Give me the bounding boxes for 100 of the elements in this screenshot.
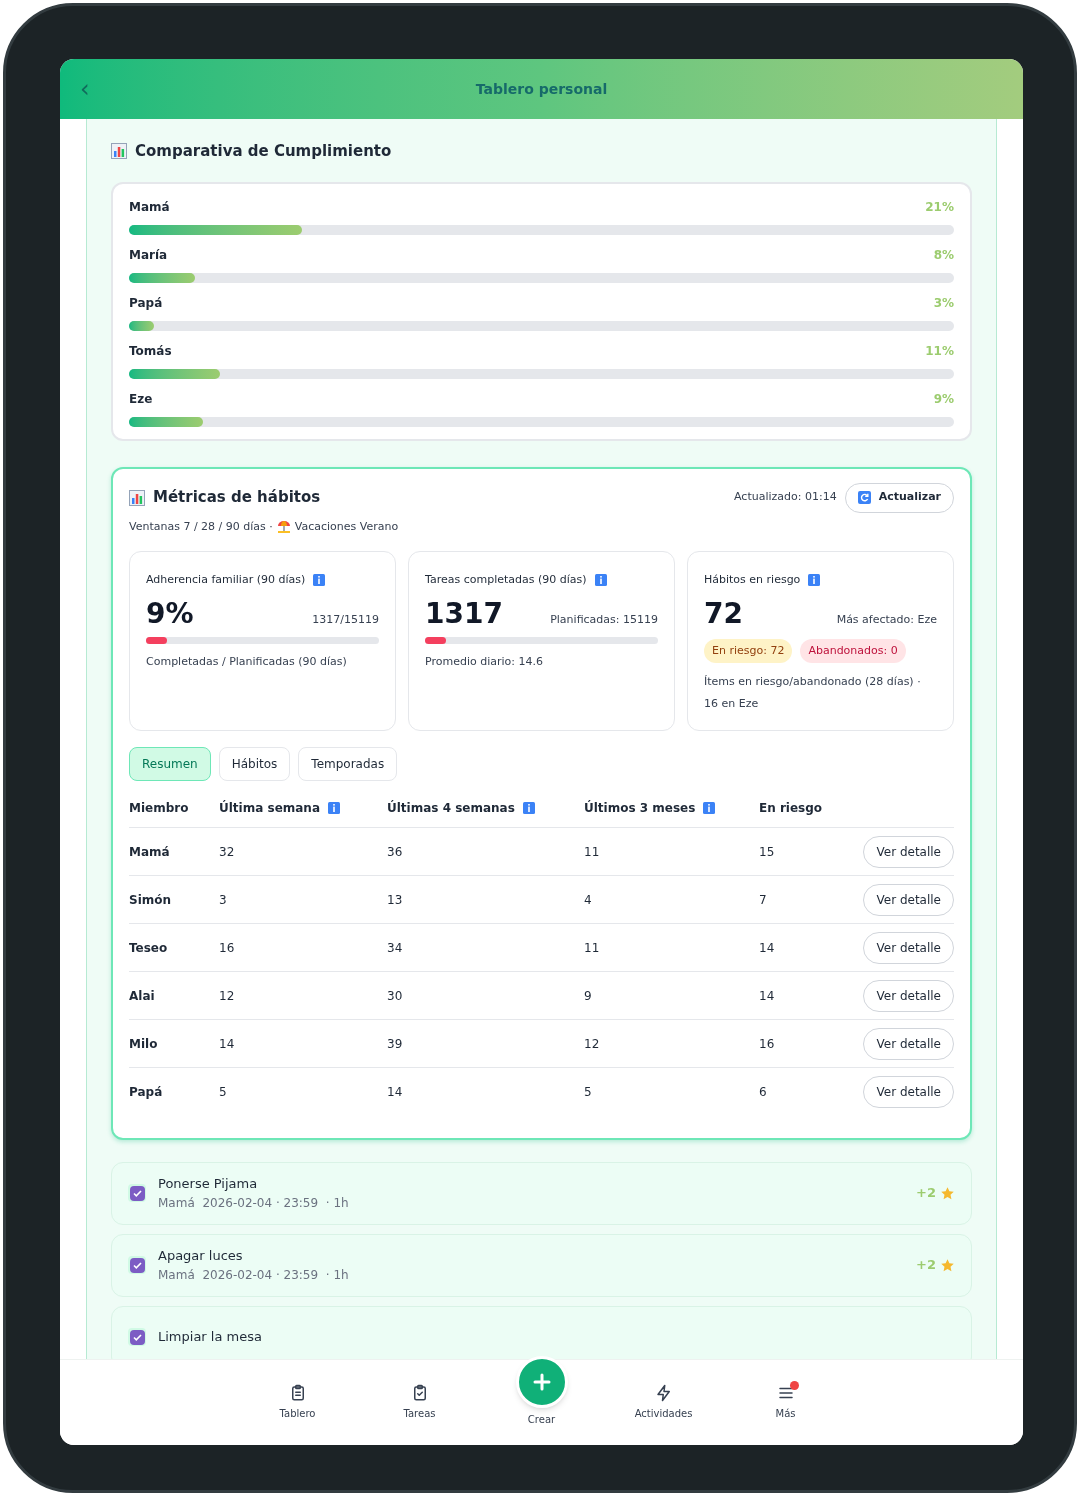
percent-value: 8% (933, 246, 954, 264)
tab[interactable]: Resumen (129, 747, 211, 781)
member-name: Papá (129, 294, 163, 312)
nav-label: Crear (527, 1413, 556, 1427)
percent-value: 11% (925, 342, 954, 360)
metric-value: 1317 (425, 595, 503, 632)
refresh-icon (857, 491, 871, 504)
task-card[interactable]: Apagar luces Mamá 2026-02-04 · 23:59 · 1h +2 (111, 1233, 972, 1297)
table-cell: 36 (387, 844, 403, 859)
percent-value: 21% (925, 198, 954, 216)
nav-item[interactable]: Actividades (602, 1360, 725, 1421)
metric-note: Promedio diario: 14.6 (425, 653, 544, 670)
page-title: Tablero personal (475, 79, 608, 99)
bar-chart-icon (129, 489, 145, 506)
table-cell: Milo (129, 1036, 158, 1051)
tab[interactable]: Temporadas (298, 747, 398, 781)
table-cell: 16 (219, 940, 235, 955)
metric-note: Completadas / Planificadas (90 días) (146, 653, 348, 670)
status-tag: En riesgo: 72 (704, 638, 793, 663)
star-icon (940, 1257, 955, 1273)
member-name: María (129, 246, 168, 264)
checkbox[interactable] (129, 1329, 145, 1345)
bar-chart-icon (111, 143, 127, 160)
info-icon (594, 574, 607, 587)
table-cell: 16 (759, 1036, 775, 1051)
table-cell: 7 (759, 892, 767, 907)
plus-icon (531, 1372, 552, 1392)
table-cell: 14 (759, 988, 775, 1003)
table-cell: 14 (219, 1036, 235, 1051)
table-cell: 5 (219, 1084, 227, 1099)
table-cell: Simón (129, 892, 172, 907)
table-cell: 34 (387, 940, 403, 955)
task-meta: Mamá 2026-02-04 · 23:59 · 1h (158, 1266, 350, 1284)
percent-value: 3% (933, 294, 954, 312)
table-cell: 15 (759, 844, 775, 859)
tab[interactable]: Hábitos (218, 747, 291, 781)
task-title: Limpiar la mesa (158, 1328, 263, 1347)
window-subtitle: Ventanas 7 / 28 / 90 días · (129, 518, 273, 535)
metric-note: Ítems en riesgo/abandonado (28 días) · 16 en Eze (704, 674, 922, 712)
table-cell: 3 (219, 892, 227, 907)
points-value: +2 (916, 1256, 936, 1275)
nav-item[interactable]: Tareas (358, 1360, 481, 1421)
lightning-icon (654, 1384, 673, 1402)
column-header: Últimas 4 semanas (387, 799, 515, 817)
section-title: Métricas de hábitos (153, 487, 321, 509)
metric-title: Tareas completadas (90 días) (425, 572, 587, 588)
nav-item[interactable]: Más (724, 1360, 847, 1421)
column-header: Última semana (219, 799, 320, 817)
section-title: Comparativa de Cumplimiento (135, 141, 392, 162)
table-cell: 13 (387, 892, 403, 907)
percent-value: 9% (933, 390, 954, 408)
info-icon (808, 574, 821, 587)
info-icon (328, 802, 340, 814)
status-tag: Abandonados: 0 (800, 638, 906, 663)
table-cell: 32 (219, 844, 235, 859)
table-cell: 11 (584, 940, 600, 955)
metric-detail: Más afectado: Eze (836, 612, 937, 628)
metric-title: Adherencia familiar (90 días) (146, 572, 306, 588)
column-header: En riesgo (759, 800, 823, 817)
metric-detail: Planificadas: 15119 (550, 612, 658, 628)
info-icon (522, 802, 535, 814)
info-icon (313, 574, 326, 587)
beach-umbrella-icon (276, 520, 291, 534)
metric-detail: 1317/15119 (312, 612, 379, 628)
task-meta: Mamá 2026-02-04 · 23:59 · 1h (158, 1194, 350, 1212)
member-name: Tomás (129, 342, 172, 360)
table-cell: 30 (387, 988, 403, 1003)
table-cell: Mamá (129, 844, 170, 859)
member-name: Mamá (129, 198, 170, 216)
table-cell: 6 (759, 1084, 767, 1099)
table-cell: 14 (759, 940, 775, 955)
task-card[interactable]: Ponerse Pijama Mamá 2026-02-04 · 23:59 · 1h +2 (111, 1161, 972, 1225)
task-title: Ponerse Pijama (158, 1175, 259, 1194)
table-cell: 39 (387, 1036, 403, 1051)
metric-value: 9% (146, 595, 194, 632)
nav-item[interactable]: Tablero (236, 1360, 359, 1421)
task-title: Apagar luces (158, 1247, 244, 1266)
info-icon (703, 802, 716, 814)
member-name: Eze (129, 390, 153, 408)
star-icon (940, 1185, 955, 1201)
table-cell: 5 (584, 1084, 592, 1099)
column-header: Últimos 3 meses (584, 799, 696, 817)
table-cell: 9 (584, 988, 592, 1003)
metric-value: 72 (704, 595, 743, 632)
table-cell: 12 (584, 1036, 600, 1051)
points-value: +2 (916, 1184, 936, 1203)
season-name: Vacaciones Verano (294, 518, 399, 535)
table-cell: 11 (584, 844, 600, 859)
column-header: Miembro (129, 800, 189, 817)
checkbox[interactable] (129, 1257, 145, 1273)
table-cell: 14 (387, 1084, 403, 1099)
checkbox[interactable] (129, 1185, 145, 1201)
table-cell: Teseo (129, 940, 168, 955)
table-cell: 4 (584, 892, 592, 907)
updated-time: Actualizado: 01:14 (734, 489, 837, 506)
task-card[interactable]: Limpiar la mesa (111, 1305, 972, 1359)
metric-title: Hábitos en riesgo (704, 572, 801, 588)
table-cell: 12 (219, 988, 235, 1003)
table-cell: Alai (129, 988, 155, 1003)
table-cell: Papá (129, 1084, 163, 1099)
